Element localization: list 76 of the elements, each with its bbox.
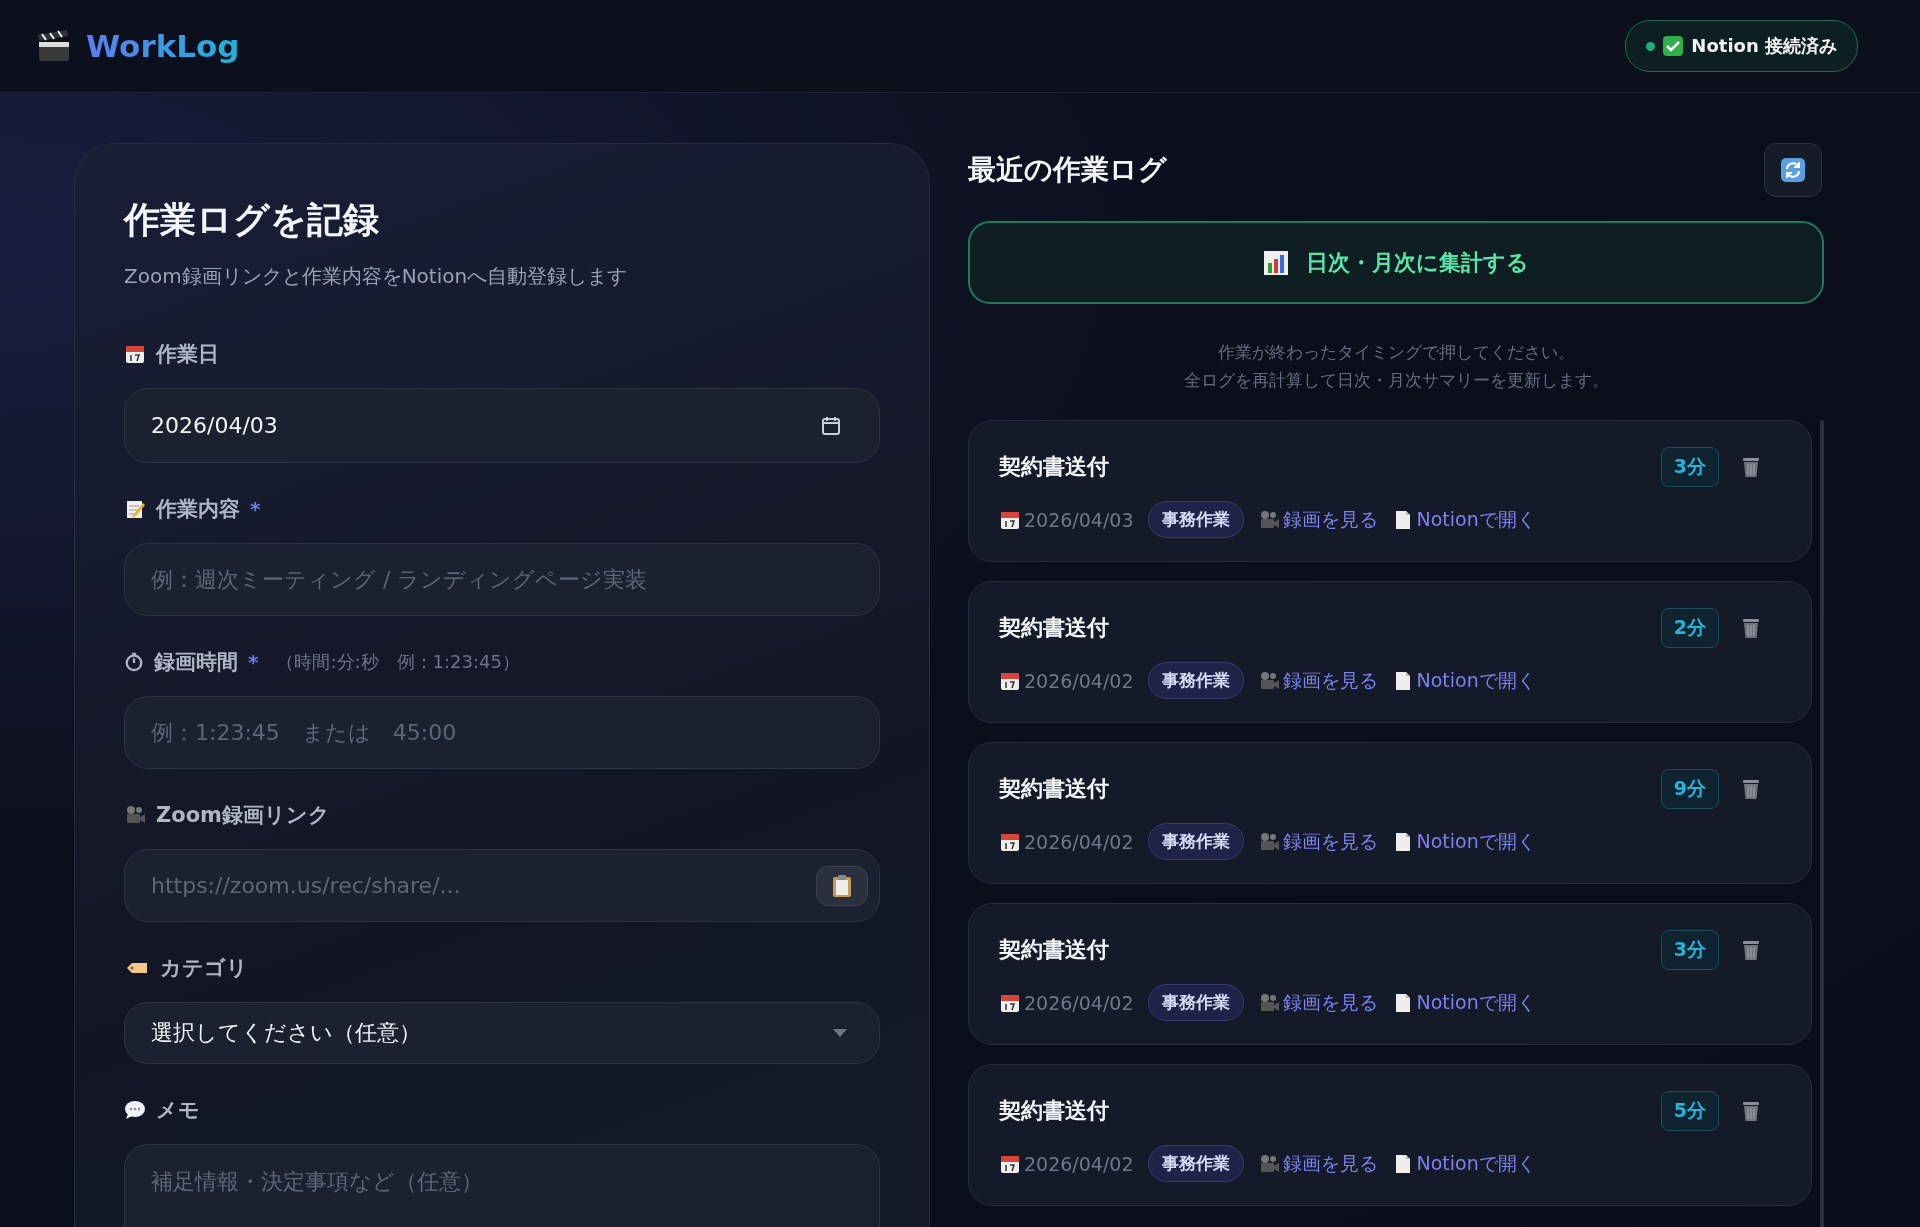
notion-link[interactable]: Notionで開く <box>1416 989 1536 1016</box>
category-tag: 事務作業 <box>1147 1145 1244 1182</box>
required-mark: * <box>250 497 261 521</box>
aggregate-button[interactable]: 日次・月次に集計する <box>968 221 1824 304</box>
recording-link[interactable]: 録画を見る <box>1282 667 1378 694</box>
form-title: 作業ログを記録 <box>124 198 380 242</box>
camera-icon <box>124 804 146 826</box>
recording-link[interactable]: 録画を見る <box>1282 989 1378 1016</box>
category-tag: 事務作業 <box>1147 662 1244 699</box>
refresh-icon <box>1781 158 1805 182</box>
log-date: 2026/04/02 <box>1024 830 1134 853</box>
speech-bubble-icon <box>124 1099 146 1121</box>
log-date: 2026/04/02 <box>1024 991 1134 1014</box>
delete-button[interactable] <box>1741 939 1761 961</box>
log-date: 2026/04/02 <box>1024 669 1134 692</box>
trash-icon <box>1741 778 1761 800</box>
connection-status: Notion 接続済み <box>1625 20 1858 72</box>
delete-button[interactable] <box>1741 456 1761 478</box>
check-icon <box>1663 36 1684 56</box>
category-tag: 事務作業 <box>1147 984 1244 1021</box>
text-field[interactable]: 例：1:23:45 または 45:00 <box>124 696 880 769</box>
bar-chart-icon <box>1263 250 1288 275</box>
log-title: 契約書送付 <box>999 775 1109 803</box>
log-date: 2026/04/03 <box>1024 508 1134 531</box>
log-title: 契約書送付 <box>999 453 1109 481</box>
url-field[interactable]: https://zoom.us/rec/share/... <box>124 849 880 922</box>
trash-icon <box>1741 939 1761 961</box>
trash-icon <box>1741 1100 1761 1122</box>
notion-link[interactable]: Notionで開く <box>1416 667 1536 694</box>
clapperboard-icon <box>36 29 72 63</box>
delete-button[interactable] <box>1741 1100 1761 1122</box>
stopwatch-icon <box>124 652 144 672</box>
notion-link[interactable]: Notionで開く <box>1416 1150 1536 1177</box>
notion-link[interactable]: Notionで開く <box>1416 828 1536 855</box>
field-label: Zoom録画リンク <box>156 802 330 829</box>
paste-button[interactable] <box>816 865 868 906</box>
status-dot-icon <box>1646 41 1656 51</box>
log-title: 契約書送付 <box>999 614 1109 642</box>
notion-link[interactable]: Notionで開く <box>1416 506 1536 533</box>
aggregate-note: 作業が終わったタイミングで押してください。 全ログを再計算して日次・月次サマリーを更新します。 <box>1182 341 1610 392</box>
calendar-icon <box>124 343 146 365</box>
duration-badge: 5分 <box>1660 1091 1719 1131</box>
dropdown-caret-icon <box>833 1029 847 1037</box>
delete-button[interactable] <box>1741 617 1761 639</box>
category-tag: 事務作業 <box>1147 823 1244 860</box>
recording-link[interactable]: 録画を見る <box>1282 828 1378 855</box>
duration-badge: 3分 <box>1660 447 1719 487</box>
category-select[interactable]: 選択してください（任意） <box>124 1002 880 1064</box>
date-field[interactable]: 2026/04/03 <box>124 388 880 463</box>
trash-icon <box>1741 617 1761 639</box>
memo-icon <box>124 498 146 520</box>
duration-badge: 2分 <box>1660 608 1719 648</box>
text-field[interactable]: 例：週次ミーティング / ランディングページ実装 <box>124 543 880 616</box>
calendar-icon[interactable] <box>820 414 842 437</box>
required-mark: * <box>248 650 259 674</box>
category-tag: 事務作業 <box>1147 501 1244 538</box>
field-label: カテゴリ <box>160 955 248 982</box>
log-date: 2026/04/02 <box>1024 1152 1134 1175</box>
trash-icon <box>1741 456 1761 478</box>
form-subtitle: Zoom録画リンクと作業内容をNotionへ自動登録します <box>124 263 629 290</box>
clipboard-icon <box>831 873 853 898</box>
field-hint: （時間:分:秒 例：1:23:45） <box>276 650 520 674</box>
recording-link[interactable]: 録画を見る <box>1282 1150 1378 1177</box>
field-label: メモ <box>156 1097 200 1124</box>
memo-textarea[interactable]: 補足情報・決定事項など（任意） <box>124 1144 880 1227</box>
field-label: 作業内容 <box>156 496 240 523</box>
log-title: 契約書送付 <box>999 936 1109 964</box>
field-label: 録画時間 <box>154 649 238 676</box>
logs-title: 最近の作業ログ <box>968 152 1167 188</box>
refresh-button[interactable] <box>1764 143 1822 197</box>
recording-link[interactable]: 録画を見る <box>1282 506 1378 533</box>
log-title: 契約書送付 <box>999 1097 1109 1125</box>
field-label: 作業日 <box>156 341 219 368</box>
duration-badge: 3分 <box>1660 930 1719 970</box>
duration-badge: 9分 <box>1660 769 1719 809</box>
delete-button[interactable] <box>1741 778 1761 800</box>
